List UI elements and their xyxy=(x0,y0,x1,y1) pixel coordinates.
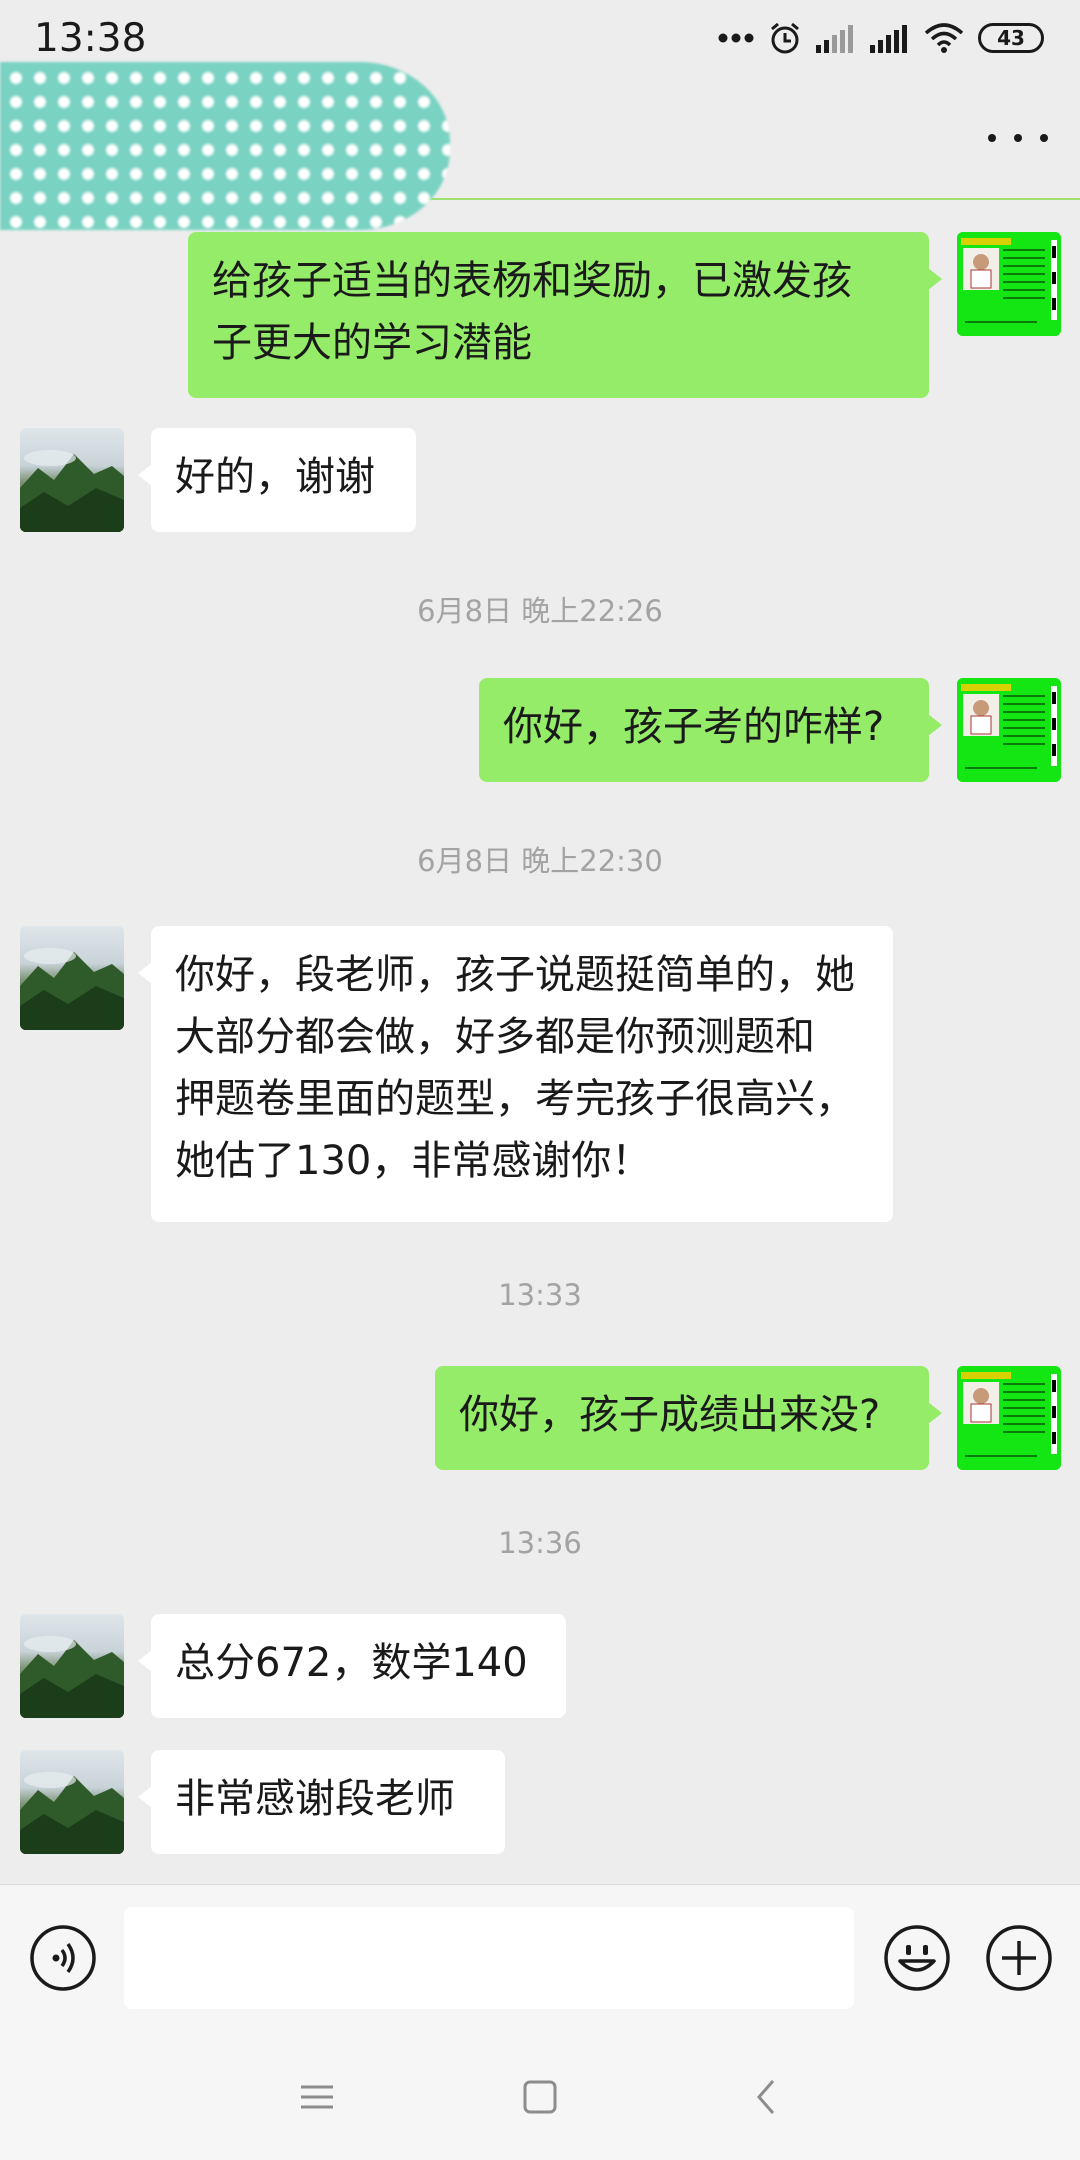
home-icon[interactable] xyxy=(515,2072,565,2122)
voice-icon[interactable] xyxy=(28,1923,98,1993)
header-divider xyxy=(420,198,1080,200)
message-input[interactable] xyxy=(124,1907,854,2009)
alarm-icon xyxy=(771,22,799,54)
battery-icon: 43 xyxy=(978,23,1044,53)
input-bar xyxy=(0,1884,1080,2031)
message-bubble-sent[interactable]: 你好，孩子考的咋样? xyxy=(479,678,942,782)
message-timestamp: 13:36 xyxy=(498,1526,582,1560)
avatar-self[interactable] xyxy=(957,678,1061,782)
message-timestamp: 13:33 xyxy=(498,1278,582,1312)
message-bubble-received[interactable]: 好的，谢谢 xyxy=(138,428,416,532)
more-dots-icon xyxy=(718,33,754,43)
system-nav-bar xyxy=(0,2030,1080,2160)
avatar-contact[interactable] xyxy=(20,926,124,1030)
wifi-icon xyxy=(924,23,964,53)
redacted-chat-title xyxy=(0,62,450,230)
avatar-self[interactable] xyxy=(957,232,1061,336)
plus-icon[interactable] xyxy=(984,1923,1054,1993)
message-bubble-sent[interactable]: 你好，孩子成绩出来没? xyxy=(435,1366,942,1470)
status-time: 13:38 xyxy=(34,16,147,61)
avatar-contact[interactable] xyxy=(20,1750,124,1854)
message-bubble-sent[interactable]: 给孩子适当的表杨和奖励，已激发孩 子更大的学习潜能 xyxy=(188,232,942,398)
menu-icon[interactable] xyxy=(292,2072,342,2122)
message-timestamp: 6月8日 晚上22:30 xyxy=(417,844,663,878)
emoji-icon[interactable] xyxy=(882,1923,952,1993)
signal-icon xyxy=(870,25,907,53)
more-horizontal-icon[interactable] xyxy=(988,118,1048,158)
message-bubble-received[interactable]: 总分672，数学140 xyxy=(138,1614,566,1718)
message-timestamp: 6月8日 晚上22:26 xyxy=(417,594,663,628)
status-icons: 43 xyxy=(718,18,1044,58)
avatar-contact[interactable] xyxy=(20,428,124,532)
chat-screen: 13:38 43 给孩子适当的表杨和奖励，已激发孩 子更大的学习潜能 好的，谢谢… xyxy=(0,0,1080,2160)
message-bubble-received[interactable]: 非常感谢段老师 xyxy=(138,1750,505,1854)
back-icon[interactable] xyxy=(742,2072,792,2122)
signal-icon xyxy=(816,25,853,53)
message-bubble-received[interactable]: 你好，段老师，孩子说题挺简单的，她 大部分都会做，好多都是你预测题和 押题卷里面… xyxy=(138,926,893,1222)
avatar-self[interactable] xyxy=(957,1366,1061,1470)
avatar-contact[interactable] xyxy=(20,1614,124,1718)
